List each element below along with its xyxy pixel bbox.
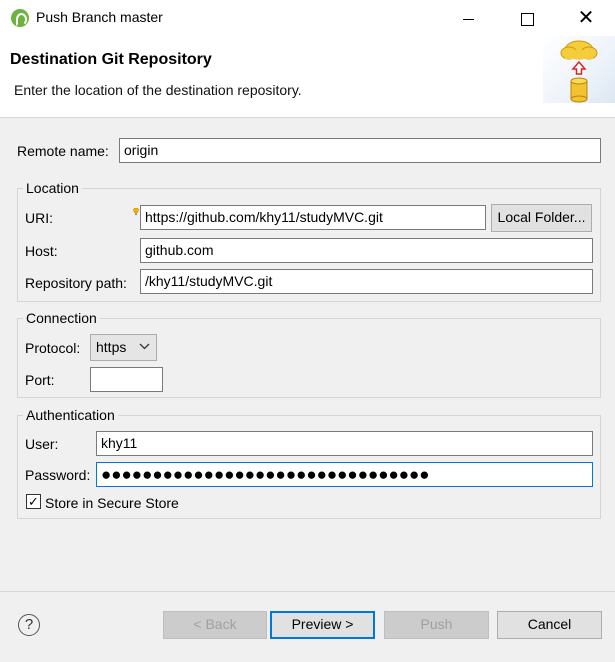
store-secure-label[interactable]: Store in Secure Store <box>45 495 179 511</box>
preview-button[interactable]: Preview > <box>270 611 375 639</box>
protocol-selected-value: https <box>96 339 127 355</box>
port-label: Port: <box>25 372 55 388</box>
content-assist-bulb-icon <box>133 203 139 215</box>
minimize-icon <box>462 18 474 20</box>
wizard-banner <box>543 36 615 103</box>
host-label: Host: <box>25 243 58 259</box>
repository-path-label: Repository path: <box>25 275 127 291</box>
footer-separator <box>0 591 615 592</box>
password-label: Password: <box>25 467 91 483</box>
remote-name-input[interactable]: origin <box>119 138 601 163</box>
wizard-header: Destination Git Repository Enter the loc… <box>0 36 615 118</box>
maximize-button[interactable] <box>499 0 555 36</box>
back-button[interactable]: < Back <box>163 611 267 639</box>
title-bar: Push Branch master ✕ <box>0 0 615 36</box>
spring-app-icon <box>11 9 29 27</box>
page-title: Destination Git Repository <box>10 51 212 68</box>
protocol-select[interactable]: https <box>90 334 157 361</box>
port-input[interactable] <box>90 367 163 392</box>
user-input[interactable]: khy11 <box>96 431 593 456</box>
chevron-down-icon <box>139 341 150 353</box>
cloud-push-database-icon <box>560 40 598 103</box>
uri-input[interactable]: https://github.com/khy11/studyMVC.git <box>140 205 486 230</box>
location-group-title: Location <box>23 180 82 196</box>
minimize-button[interactable] <box>440 0 496 36</box>
store-secure-checkbox[interactable]: ✓ <box>26 494 41 509</box>
user-label: User: <box>25 436 59 452</box>
host-input[interactable]: github.com <box>140 238 593 263</box>
repository-path-input[interactable]: /khy11/studyMVC.git <box>140 269 593 294</box>
cancel-button[interactable]: Cancel <box>497 611 602 639</box>
maximize-icon <box>520 12 534 26</box>
authentication-group-title: Authentication <box>23 407 118 423</box>
uri-label: URI: <box>25 210 53 226</box>
close-button[interactable]: ✕ <box>558 0 614 36</box>
protocol-label: Protocol: <box>25 340 81 356</box>
connection-group-title: Connection <box>23 310 100 326</box>
push-button[interactable]: Push <box>384 611 489 639</box>
local-folder-button[interactable]: Local Folder... <box>491 204 592 232</box>
password-input[interactable]: ●●●●●●●●●●●●●●●●●●●●●●●●●●●●●●●● <box>96 462 593 487</box>
window-title: Push Branch master <box>36 9 163 25</box>
help-icon[interactable]: ? <box>18 614 40 636</box>
remote-name-label: Remote name: <box>17 143 109 159</box>
page-description: Enter the location of the destination re… <box>14 82 302 98</box>
